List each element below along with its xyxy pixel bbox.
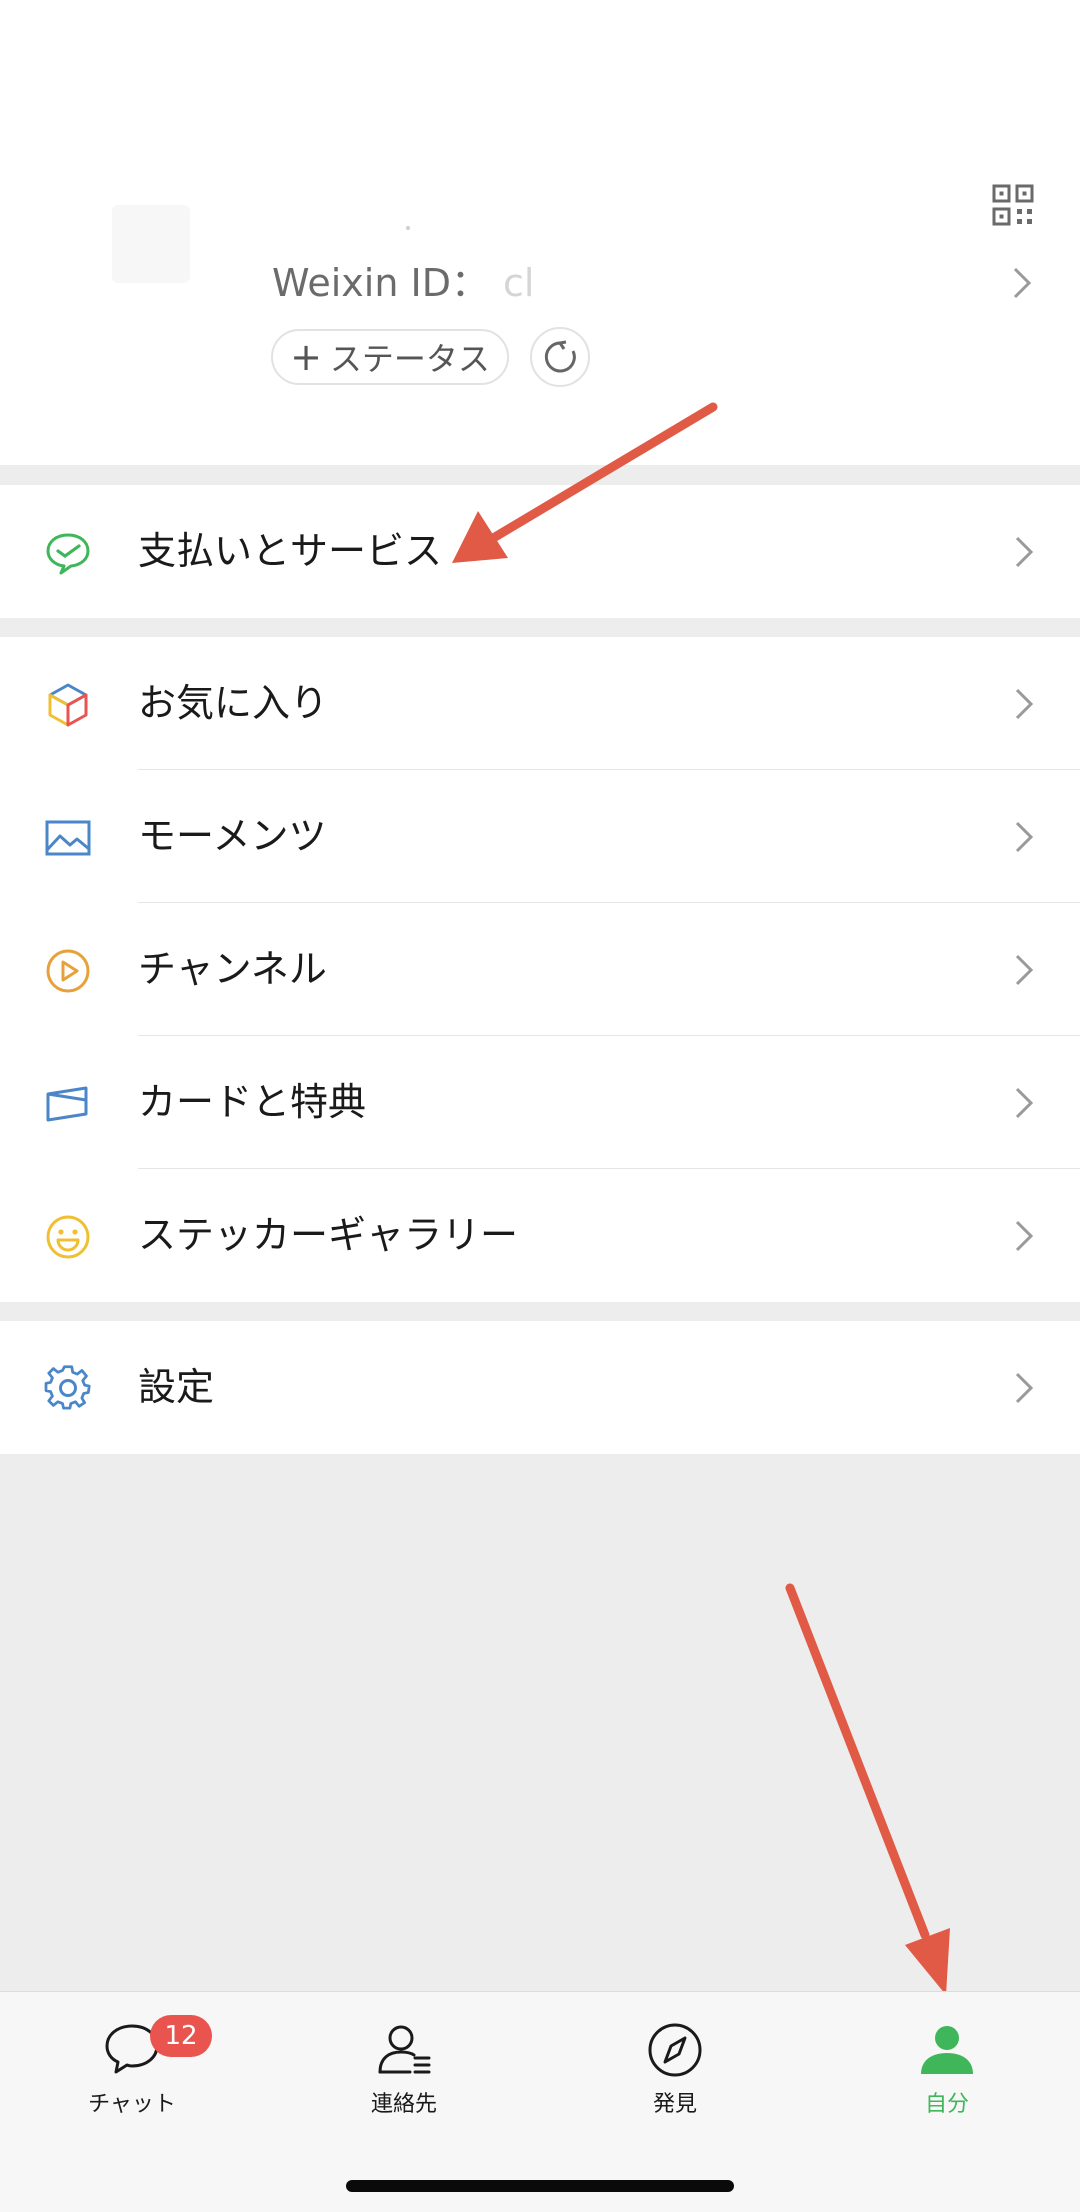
menu-item-label: チャンネル (138, 947, 327, 991)
tab-discover[interactable]: 発見 (585, 2020, 765, 2130)
weixin-id-label: Weixin ID： (272, 261, 489, 305)
compass-icon (648, 2023, 702, 2077)
card-wallet-icon (46, 1086, 88, 1122)
menu-item-label: カードと特典 (138, 1080, 367, 1124)
menu-item-favorites[interactable]: お気に入り (0, 637, 1080, 770)
menu-item-label: お気に入り (138, 681, 329, 725)
tab-chats[interactable]: 12 チャット (42, 2015, 222, 2130)
sticker-smile-icon (46, 1215, 90, 1259)
menu-group-main: お気に入り モーメンツ チャンネル カードと特典 ステッカーギャラリー (0, 637, 1080, 1302)
menu-group-settings: 設定 (0, 1321, 1080, 1454)
weixin-id: Weixin ID： cl (272, 258, 534, 308)
refresh-icon (544, 340, 576, 373)
tab-label: 連絡先 (370, 2092, 437, 2117)
menu-item-moments[interactable]: モーメンツ (0, 770, 1080, 903)
tab-label: 自分 (924, 2092, 969, 2117)
qr-code-icon[interactable] (992, 184, 1034, 226)
tab-bar: 12 チャット 連絡先 発見 自分 (0, 1991, 1080, 2212)
home-indicator (346, 2180, 734, 2192)
menu-item-channels[interactable]: チャンネル (0, 903, 1080, 1036)
plus-icon: + (290, 335, 322, 379)
chevron-right-icon (1013, 267, 1032, 299)
avatar[interactable] (112, 205, 190, 283)
profile-header[interactable]: Weixin ID： cl + ステータス (0, 0, 1080, 465)
menu-item-stickers[interactable]: ステッカーギャラリー (0, 1169, 1080, 1302)
tab-me[interactable]: 自分 (857, 2020, 1037, 2130)
channels-play-icon (46, 949, 90, 993)
me-person-icon (921, 2026, 973, 2074)
settings-gear-icon (44, 1365, 91, 1410)
moments-image-icon (45, 820, 91, 856)
arrow-to-me-tab (785, 1583, 950, 1995)
chevron-right-icon (1015, 1372, 1034, 1404)
profile-name (406, 226, 410, 230)
weixin-id-value: cl (502, 261, 535, 305)
chevron-right-icon (1015, 1220, 1034, 1252)
menu-item-label: 設定 (138, 1365, 215, 1409)
menu-item-label: ステッカーギャラリー (138, 1213, 519, 1257)
unread-badge: 12 (150, 2015, 212, 2057)
chevron-right-icon (1015, 954, 1034, 986)
menu-group-pay: 支払いとサービス (0, 485, 1080, 618)
chevron-right-icon (1015, 821, 1034, 853)
menu-item-label: モーメンツ (138, 814, 327, 858)
contacts-person-icon (378, 2025, 431, 2074)
chevron-right-icon (1015, 688, 1034, 720)
tab-label: チャット (88, 2092, 176, 2117)
tab-label: 発見 (652, 2092, 697, 2117)
pay-services-icon (46, 533, 90, 575)
refresh-button[interactable] (530, 327, 590, 387)
chevron-right-icon (1015, 1087, 1034, 1119)
menu-item-cards[interactable]: カードと特典 (0, 1036, 1080, 1169)
favorites-cube-icon (48, 683, 88, 727)
menu-item-settings[interactable]: 設定 (0, 1321, 1080, 1454)
tab-contacts[interactable]: 連絡先 (314, 2020, 494, 2130)
menu-item-pay-services[interactable]: 支払いとサービス (0, 485, 1080, 618)
status-button-label: ステータス (329, 340, 490, 378)
menu-item-label: 支払いとサービス (138, 529, 443, 573)
chevron-right-icon (1015, 536, 1034, 568)
add-status-button[interactable]: + ステータス (271, 329, 509, 385)
